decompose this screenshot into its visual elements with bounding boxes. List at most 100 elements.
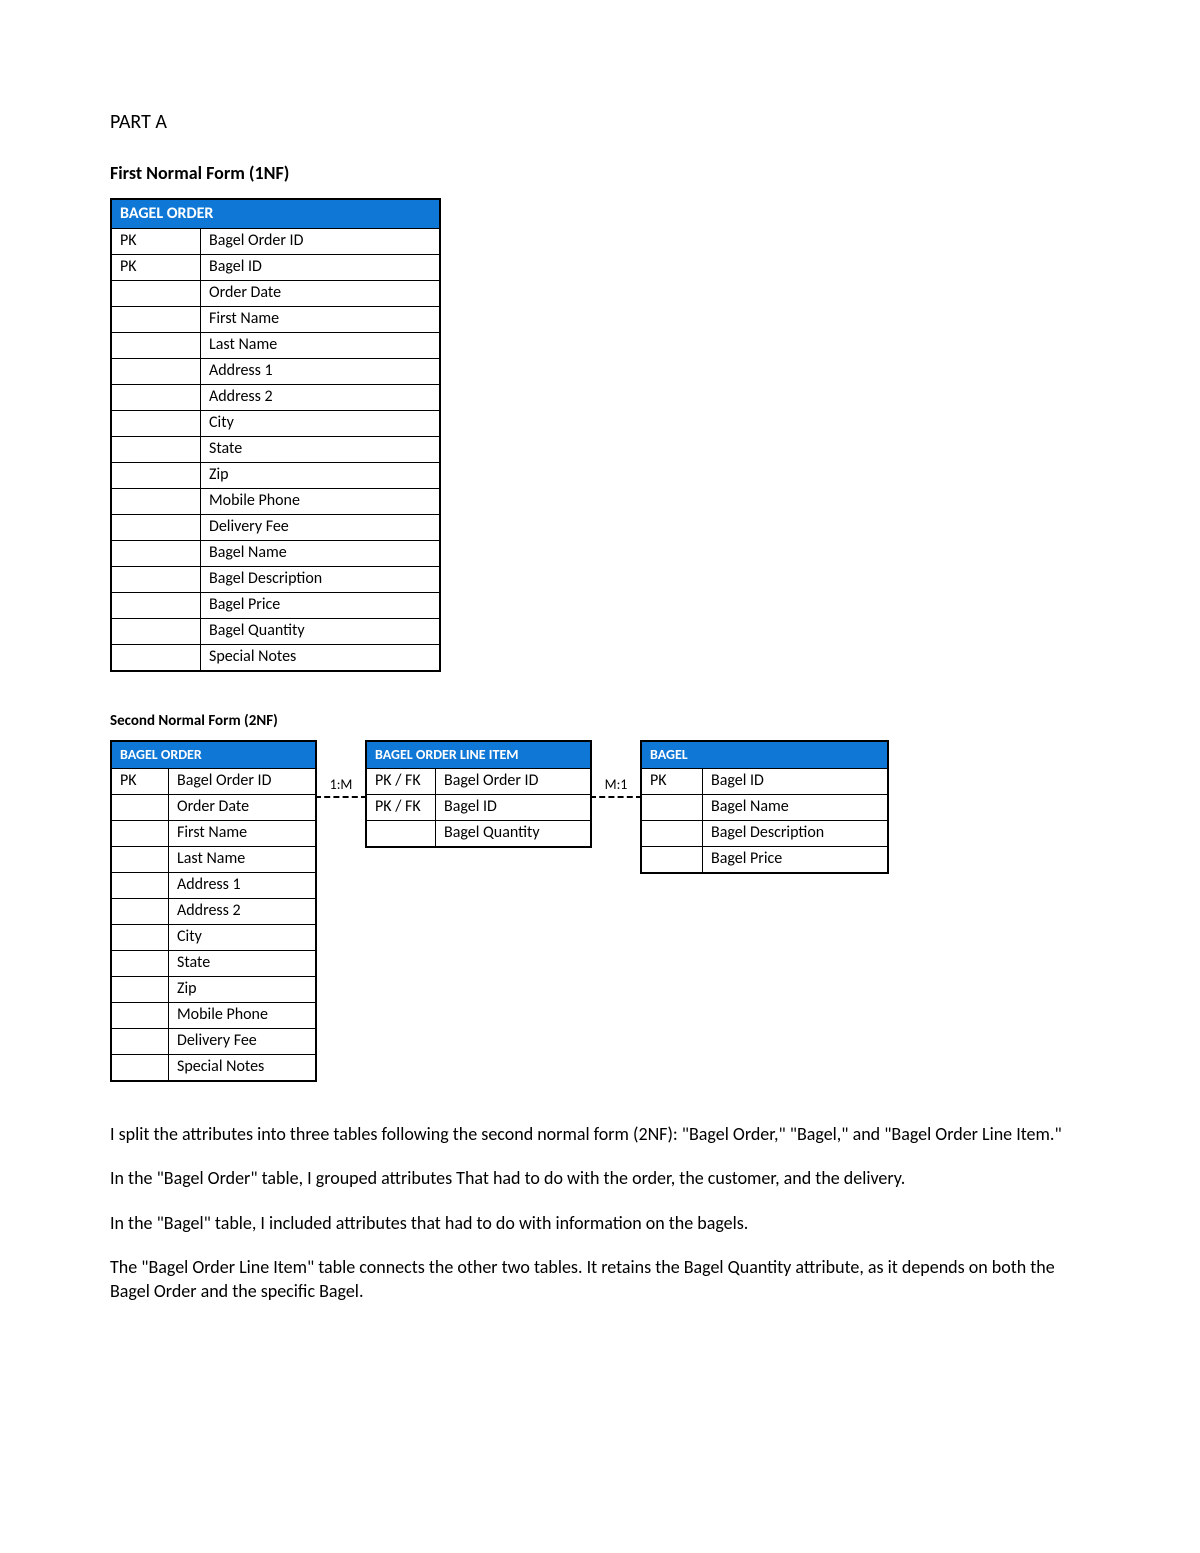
attr-cell: First Name (201, 307, 441, 333)
attr-cell: Address 1 (169, 873, 317, 899)
attr-cell: Order Date (169, 795, 317, 821)
key-cell: PK (111, 769, 169, 795)
paragraph: In the "Bagel" table, I included attribu… (110, 1211, 1090, 1235)
table-row: PKBagel Order ID (111, 769, 316, 795)
key-cell (111, 437, 201, 463)
part-heading: PART A (110, 110, 1090, 134)
key-cell (111, 359, 201, 385)
attr-cell: Bagel Order ID (436, 769, 592, 795)
table-row: Bagel Price (641, 847, 888, 874)
relation-tick-icon (365, 791, 367, 801)
table-row: Special Notes (111, 1055, 316, 1082)
nf1-title: First Normal Form (1NF) (110, 162, 1090, 184)
table-row: Order Date (111, 795, 316, 821)
table-row: Bagel Name (111, 541, 440, 567)
attr-cell: Bagel Name (703, 795, 889, 821)
key-cell (111, 645, 201, 672)
key-cell (111, 925, 169, 951)
paragraph: I split the attributes into three tables… (110, 1122, 1090, 1146)
table-row: Delivery Fee (111, 515, 440, 541)
table-row: Address 1 (111, 873, 316, 899)
key-cell (111, 489, 201, 515)
key-cell: PK (111, 255, 201, 281)
table-row: Last Name (111, 333, 440, 359)
attr-cell: Bagel ID (201, 255, 441, 281)
relation-line-icon (315, 796, 367, 798)
table-row: First Name (111, 821, 316, 847)
key-cell (111, 541, 201, 567)
table-row: Order Date (111, 281, 440, 307)
attr-cell: Order Date (201, 281, 441, 307)
relation-tick-icon (640, 791, 642, 801)
table-row: PK / FKBagel Order ID (366, 769, 591, 795)
key-cell (111, 951, 169, 977)
attr-cell: Zip (169, 977, 317, 1003)
key-cell (111, 411, 201, 437)
table-row: Mobile Phone (111, 1003, 316, 1029)
table-row: Last Name (111, 847, 316, 873)
table-row: Address 2 (111, 385, 440, 411)
attr-cell: Delivery Fee (169, 1029, 317, 1055)
table-row: Zip (111, 977, 316, 1003)
table-row: Special Notes (111, 645, 440, 672)
attr-cell: State (201, 437, 441, 463)
paragraph: In the "Bagel Order" table, I grouped at… (110, 1166, 1090, 1190)
key-cell (111, 619, 201, 645)
attr-cell: Bagel ID (703, 769, 889, 795)
key-cell (111, 567, 201, 593)
table-row: PKBagel ID (641, 769, 888, 795)
nf2-diagram: BAGEL ORDER PKBagel Order ID Order Date … (110, 740, 1090, 1082)
nf1-table-header: BAGEL ORDER (111, 199, 440, 229)
table-row: Mobile Phone (111, 489, 440, 515)
nf1-table: BAGEL ORDER PKBagel Order ID PKBagel ID … (110, 198, 441, 672)
table-row: Bagel Price (111, 593, 440, 619)
attr-cell: Bagel Description (703, 821, 889, 847)
table-row: Bagel Quantity (366, 821, 591, 848)
relation-line-icon (590, 796, 642, 798)
key-cell (111, 593, 201, 619)
key-cell (111, 873, 169, 899)
key-cell (111, 385, 201, 411)
attr-cell: Zip (201, 463, 441, 489)
key-cell (111, 1029, 169, 1055)
key-cell (111, 307, 201, 333)
key-cell (641, 847, 703, 874)
table-row: Bagel Quantity (111, 619, 440, 645)
key-cell (111, 847, 169, 873)
key-cell (111, 463, 201, 489)
attr-cell: Bagel Price (703, 847, 889, 874)
attr-cell: City (169, 925, 317, 951)
relation-tick-icon (590, 791, 592, 801)
nf2-order-header: BAGEL ORDER (111, 741, 316, 769)
key-cell (111, 1003, 169, 1029)
paragraph: The "Bagel Order Line Item" table connec… (110, 1255, 1090, 1304)
table-row: City (111, 411, 440, 437)
table-row: PK / FKBagel ID (366, 795, 591, 821)
attr-cell: Bagel Name (201, 541, 441, 567)
nf2-title: Second Normal Form (2NF) (110, 712, 1090, 730)
table-row: State (111, 437, 440, 463)
key-cell (111, 281, 201, 307)
key-cell (111, 795, 169, 821)
nf2-order-table: BAGEL ORDER PKBagel Order ID Order Date … (110, 740, 317, 1082)
table-row: Address 2 (111, 899, 316, 925)
attr-cell: First Name (169, 821, 317, 847)
nf2-lineitem-header: BAGEL ORDER LINE ITEM (366, 741, 591, 769)
attr-cell: Delivery Fee (201, 515, 441, 541)
attr-cell: Bagel Order ID (169, 769, 317, 795)
table-row: City (111, 925, 316, 951)
attr-cell: Bagel Description (201, 567, 441, 593)
explanation-text: I split the attributes into three tables… (110, 1122, 1090, 1303)
table-row: Address 1 (111, 359, 440, 385)
document-page: PART A First Normal Form (1NF) BAGEL ORD… (0, 0, 1200, 1383)
table-row: PKBagel ID (111, 255, 440, 281)
key-cell (111, 333, 201, 359)
relation-label: M:1 (592, 776, 640, 793)
attr-cell: Last Name (169, 847, 317, 873)
attr-cell: Address 2 (169, 899, 317, 925)
attr-cell: Special Notes (169, 1055, 317, 1082)
nf2-bagel-header: BAGEL (641, 741, 888, 769)
attr-cell: Address 1 (201, 359, 441, 385)
attr-cell: City (201, 411, 441, 437)
key-cell (111, 899, 169, 925)
